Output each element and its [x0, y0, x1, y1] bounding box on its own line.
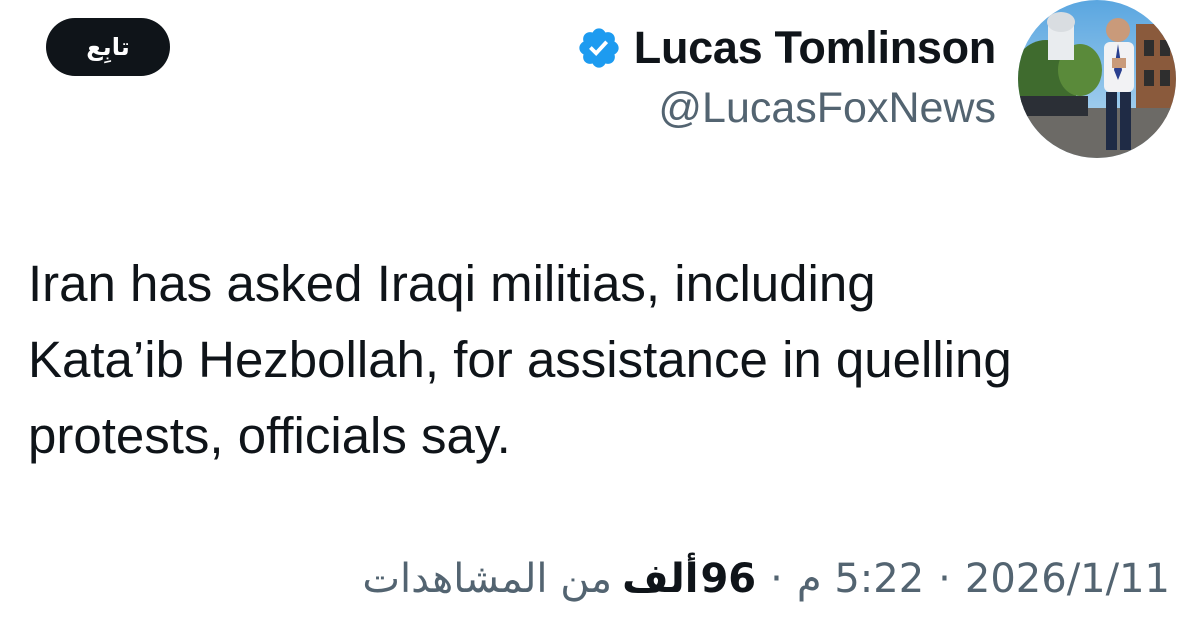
profile-photo-icon — [1018, 0, 1176, 158]
views-label: من المشاهدات — [362, 556, 613, 602]
tweet-meta: 2026/1/11 · 5:22 م · 96 ألف من المشاهدات — [362, 556, 1170, 602]
tweet-date[interactable]: 2026/1/11 — [965, 556, 1170, 602]
verified-badge-icon — [579, 28, 619, 68]
views-count: 96 — [700, 556, 757, 602]
meta-separator: · — [770, 556, 783, 602]
tweet-time[interactable]: 5:22 م — [797, 556, 924, 602]
views-unit: ألف — [622, 556, 699, 602]
follow-button[interactable]: تابِع — [46, 18, 170, 76]
meta-separator: · — [938, 556, 951, 602]
name-row: Lucas Tomlinson — [576, 20, 996, 76]
author-display-name[interactable]: Lucas Tomlinson — [634, 22, 997, 74]
author-info: Lucas Tomlinson @LucasFoxNews — [576, 20, 996, 133]
author-handle[interactable]: @LucasFoxNews — [658, 84, 996, 133]
tweet-text: Iran has asked Iraqi militias, including… — [28, 255, 1012, 464]
tweet-card: تابِع Lucas Tomlinson @LucasFoxNews Iran… — [0, 0, 1200, 633]
avatar[interactable] — [1018, 0, 1176, 158]
